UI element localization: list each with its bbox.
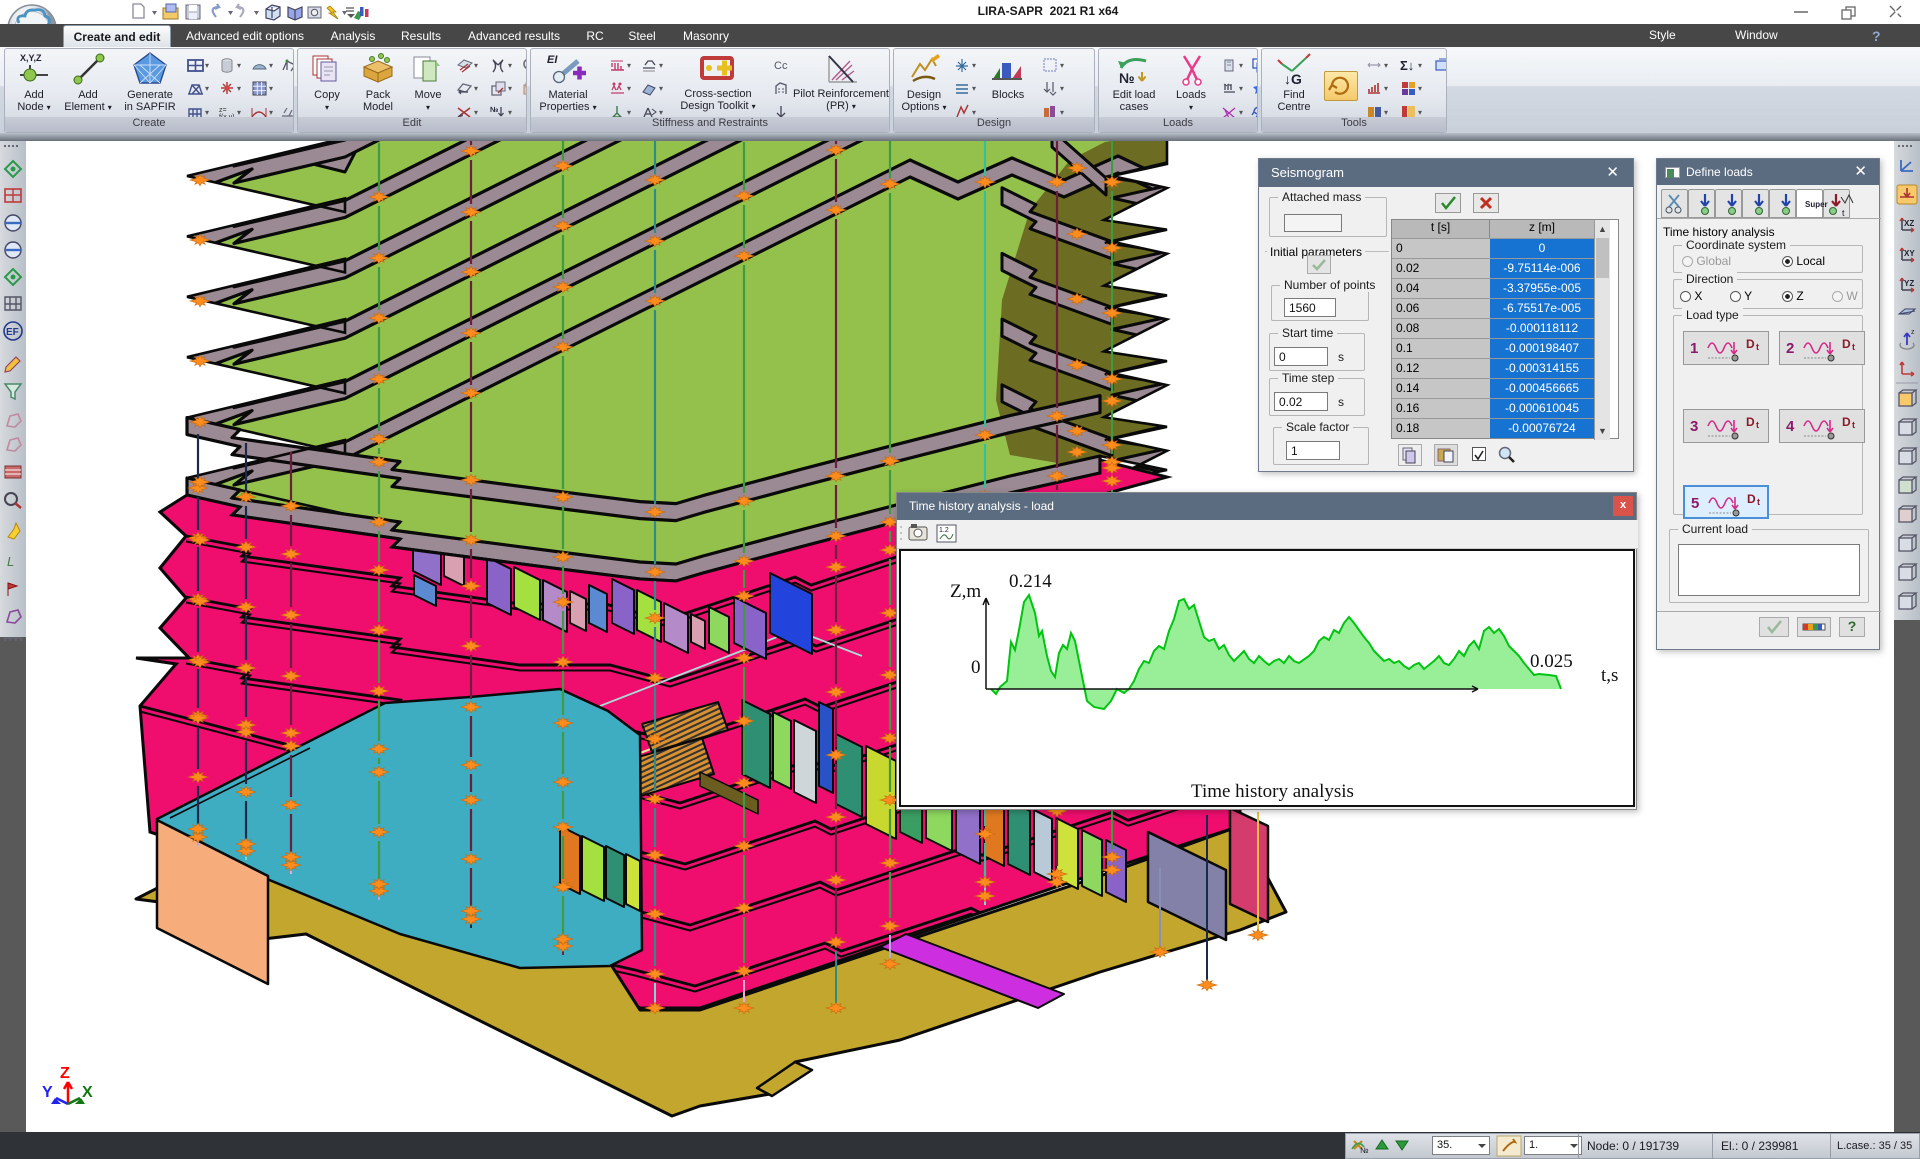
svg-text:t: t [1756,342,1759,352]
svg-text:№: № [1119,70,1135,86]
svg-text:1.2: 1.2 [939,527,949,534]
svg-text:D: D [1746,415,1755,429]
svg-text:Super: Super [1805,200,1828,209]
svg-text:X: X [82,1084,93,1101]
svg-text:X,Y,Z: X,Y,Z [20,53,42,63]
svg-text:Z: Z [60,1065,70,1082]
svg-text:z=: z= [219,107,227,114]
svg-text:z: z [1911,329,1915,336]
svg-text:t: t [1756,420,1759,430]
svg-text:EF: EF [6,327,19,338]
svg-text:t,s: t,s [1601,665,1618,686]
svg-text:D: D [1747,492,1756,506]
svg-text:↓G: ↓G [1284,71,1302,86]
svg-text:XY: XY [1904,249,1915,258]
svg-text:XZ: XZ [1904,219,1914,228]
svg-text:0: 0 [971,657,981,678]
svg-text:Time history analysis: Time history analysis [1191,781,1354,802]
svg-text:D: D [1842,415,1851,429]
svg-text:Z,m: Z,m [950,581,981,602]
svg-text:t: t [1852,342,1855,352]
svg-text:L: L [7,554,14,569]
svg-text:Σ↓: Σ↓ [1400,58,1414,73]
svg-text:t: t [1852,420,1855,430]
svg-text:YZ: YZ [1904,279,1914,288]
svg-text:D: D [1842,337,1851,351]
svg-text:№: № [490,105,498,114]
svg-text:№: № [1360,1146,1369,1155]
svg-text:0.214: 0.214 [1009,571,1052,592]
svg-text:D: D [1746,337,1755,351]
svg-text:t: t [1842,208,1845,218]
svg-text:0.025: 0.025 [1530,651,1573,672]
svg-text:t: t [1757,497,1760,507]
svg-text:EI: EI [547,54,558,66]
svg-text:Cc: Cc [774,60,788,72]
svg-text:Y: Y [42,1084,53,1101]
